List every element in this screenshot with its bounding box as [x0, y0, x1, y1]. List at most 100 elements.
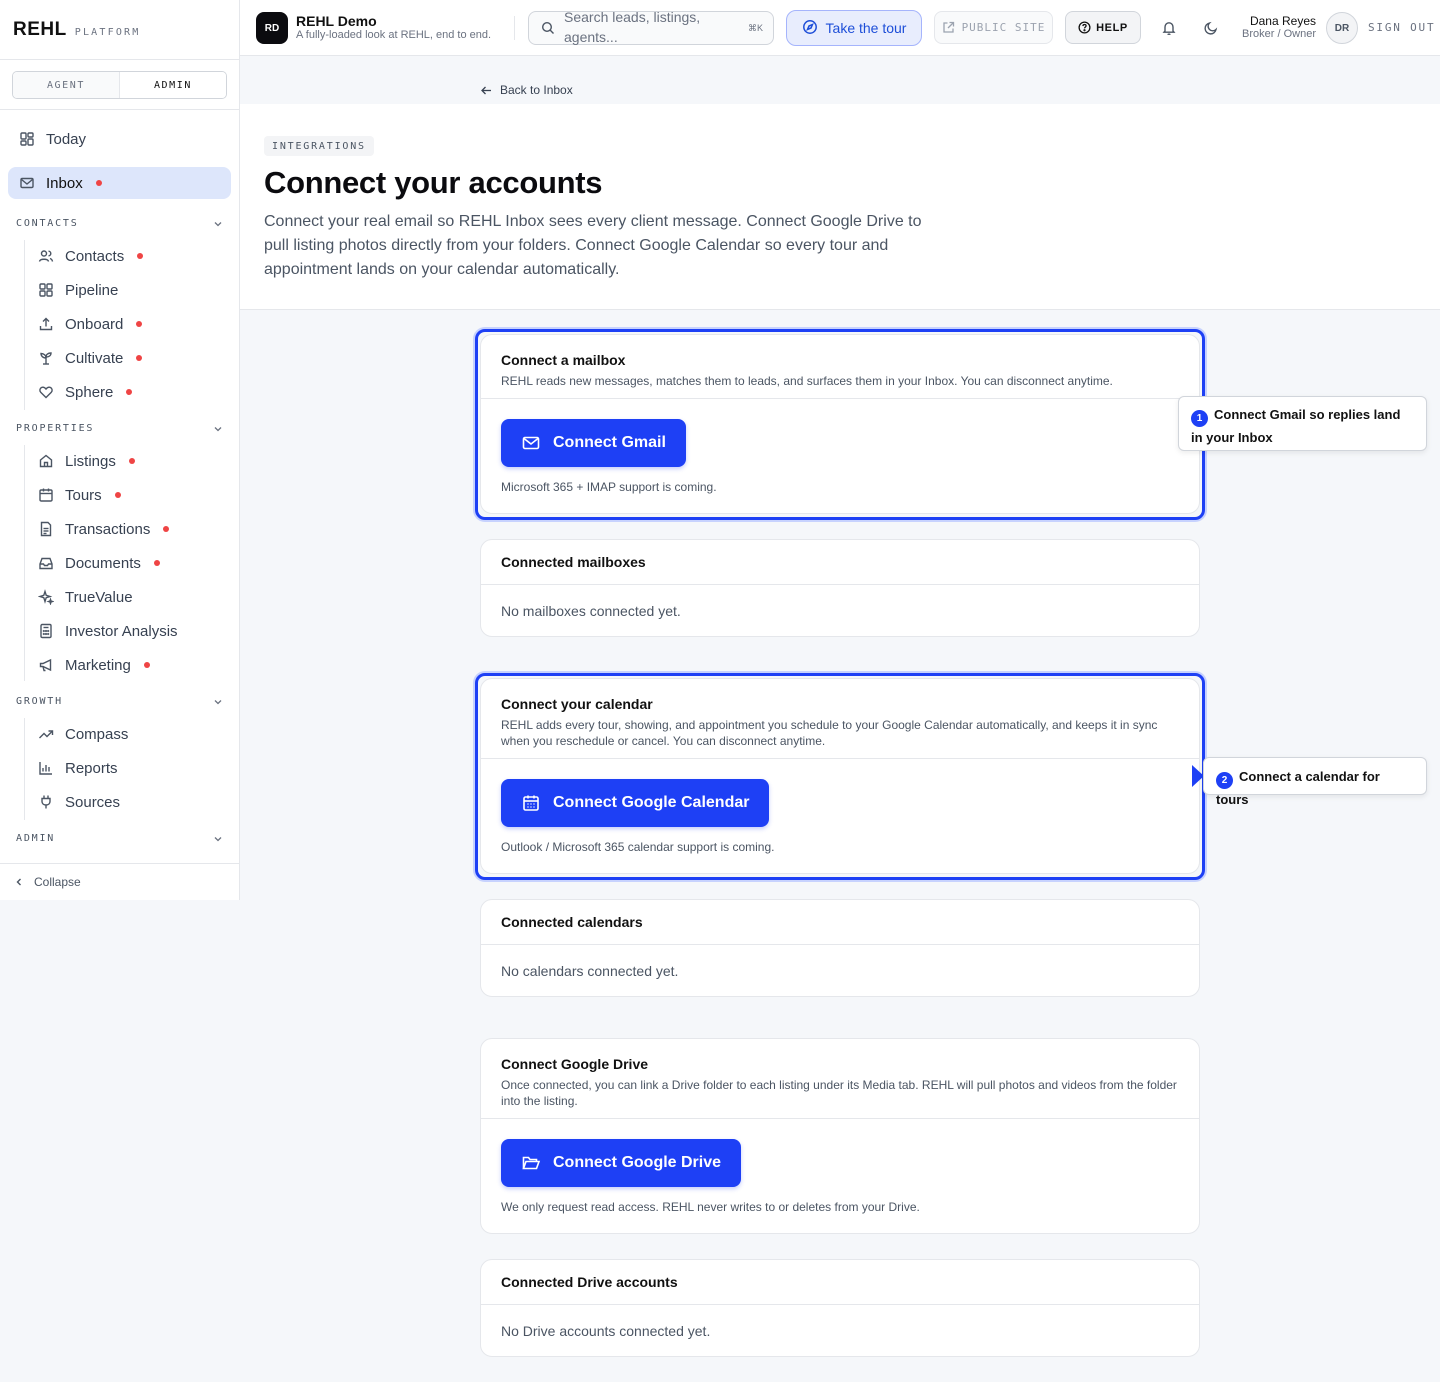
help-label: HELP: [1096, 21, 1128, 34]
user-name: Dana Reyes: [1249, 14, 1316, 28]
mailbox-note: Microsoft 365 + IMAP support is coming.: [501, 480, 717, 494]
card-divider: [481, 1304, 1199, 1305]
chevron-down-icon: [214, 836, 222, 841]
sidebar-item-label: Today: [46, 130, 87, 148]
collapse-label: Collapse: [34, 875, 81, 889]
connect-drive-button[interactable]: Connect Google Drive: [501, 1139, 742, 1187]
trending-up-icon: [37, 725, 55, 743]
grid-icon: [37, 281, 55, 299]
public-site-button[interactable]: PUBLIC SITE: [934, 11, 1053, 44]
chevron-down-icon: [214, 221, 222, 226]
chevron-left-icon: [16, 878, 21, 886]
sidebar-item-pipeline[interactable]: Pipeline: [37, 274, 118, 306]
search-icon: [541, 21, 554, 34]
connected-calendars-card: Connected calendars No calendars connect…: [480, 899, 1200, 997]
sidebar-item-marketing[interactable]: Marketing: [37, 649, 150, 681]
card-divider: [481, 758, 1199, 759]
inbox-tray-icon: [37, 554, 55, 572]
sidebar-item-documents[interactable]: Documents: [37, 547, 160, 579]
sidebar-item-sources[interactable]: Sources: [37, 786, 120, 818]
section-admin[interactable]: ADMIN: [16, 833, 223, 844]
dark-mode-toggle[interactable]: [1199, 16, 1223, 40]
brand-logo[interactable]: REHL PLATFORM: [0, 0, 239, 60]
sidebar-item-contacts[interactable]: Contacts: [37, 240, 144, 272]
back-link[interactable]: Back to Inbox: [480, 83, 573, 97]
chevron-down-icon: [214, 699, 222, 704]
sidebar-item-tours[interactable]: Tours: [37, 479, 121, 511]
sidebar-item-transactions[interactable]: Transactions: [37, 513, 170, 545]
workspace-badge[interactable]: RD: [256, 12, 288, 44]
workspace-name: REHL Demo: [296, 13, 377, 29]
connect-gmail-button[interactable]: Connect Gmail: [501, 419, 686, 467]
mode-toggle: AGENT ADMIN: [12, 71, 227, 99]
bar-chart-icon: [37, 759, 55, 777]
sidebar-item-cultivate[interactable]: Cultivate: [37, 342, 143, 374]
sidebar-item-inbox[interactable]: Inbox: [8, 167, 231, 199]
collapse-sidebar-button[interactable]: Collapse: [0, 863, 239, 900]
connect-calendar-button[interactable]: Connect Google Calendar: [501, 779, 770, 827]
sidebar-item-label: Marketing: [65, 656, 131, 674]
page-title: Connect your accounts: [264, 165, 603, 200]
topbar: RD REHL Demo A fully-loaded look at REHL…: [240, 0, 1440, 56]
sidebar-item-reports[interactable]: Reports: [37, 752, 118, 784]
sidebar-item-today[interactable]: Today: [8, 123, 231, 155]
card-divider: [481, 398, 1199, 399]
section-divider: [24, 240, 25, 410]
sidebar-item-label: TrueValue: [65, 588, 133, 606]
avatar[interactable]: DR: [1326, 12, 1358, 44]
sidebar-item-truevalue[interactable]: TrueValue: [37, 581, 133, 613]
sidebar-item-label: Tours: [65, 486, 102, 504]
sidebar-item-label: Documents: [65, 554, 141, 572]
card-divider: [481, 944, 1199, 945]
home-icon: [37, 452, 55, 470]
notification-dot: [163, 526, 170, 532]
section-properties[interactable]: PROPERTIES: [16, 423, 223, 434]
sidebar-item-listings[interactable]: Listings: [37, 445, 135, 477]
help-button[interactable]: HELP: [1065, 11, 1141, 44]
section-growth[interactable]: GROWTH: [16, 696, 223, 707]
sidebar-item-investor-analysis[interactable]: Investor Analysis: [37, 615, 178, 647]
sidebar-item-compass[interactable]: Compass: [37, 718, 128, 750]
section-label: PROPERTIES: [16, 423, 95, 434]
section-contacts[interactable]: CONTACTS: [16, 218, 223, 229]
search-input[interactable]: Search leads, listings, agents... ⌘K: [528, 11, 774, 45]
notifications-button[interactable]: [1157, 16, 1181, 40]
section-label: ADMIN: [16, 833, 56, 844]
notification-dot: [128, 458, 135, 464]
sidebar-item-onboard[interactable]: Onboard: [37, 308, 143, 340]
back-link-label: Back to Inbox: [500, 83, 573, 97]
take-tour-label: Take the tour: [825, 20, 907, 36]
tour-tooltip-1[interactable]: 1 Connect Gmail so replies land in your I…: [1178, 396, 1427, 451]
tour-tooltip-2[interactable]: 2 Connect a calendar for tours: [1203, 757, 1427, 807]
card-divider: [481, 584, 1199, 585]
workspace-subtitle: A fully-loaded look at REHL, end to end.: [296, 29, 492, 41]
take-tour-button[interactable]: Take the tour: [786, 10, 922, 46]
notification-dot: [136, 321, 143, 327]
tour-tip-text: Connect Gmail so replies land in your In…: [1191, 407, 1401, 445]
calendar-icon: [521, 793, 541, 813]
compass-icon: [802, 19, 818, 38]
sign-out-button[interactable]: SIGN OUT: [1368, 21, 1435, 34]
calendar-icon: [37, 486, 55, 504]
plug-icon: [37, 793, 55, 811]
calculator-icon: [37, 622, 55, 640]
search-placeholder: Search leads, listings, agents...: [564, 11, 701, 45]
sidebar-item-sphere[interactable]: Sphere: [37, 376, 133, 408]
help-circle-icon: [1078, 21, 1091, 34]
mode-admin-tab[interactable]: ADMIN: [119, 72, 226, 98]
sidebar-item-label: Pipeline: [65, 281, 119, 299]
sidebar-item-label: Reports: [65, 759, 118, 777]
public-site-label: PUBLIC SITE: [961, 21, 1046, 34]
mode-agent-tab[interactable]: AGENT: [13, 72, 119, 98]
connect-drive-label: Connect Google Drive: [553, 1154, 722, 1171]
calendar-note: Outlook / Microsoft 365 calendar support…: [501, 840, 775, 854]
sidebar-item-label: Listings: [65, 452, 116, 470]
page-header: INTEGRATIONS Connect your accounts Conne…: [240, 104, 1440, 310]
notification-dot: [153, 560, 160, 566]
card-subtitle: REHL reads new messages, matches them to…: [501, 374, 1113, 388]
sidebar-item-label: Cultivate: [65, 349, 124, 367]
card-divider: [481, 1118, 1199, 1119]
notification-dot: [137, 253, 144, 259]
card-title: Connect a mailbox: [501, 352, 626, 368]
sidebar-item-label: Transactions: [65, 520, 151, 538]
